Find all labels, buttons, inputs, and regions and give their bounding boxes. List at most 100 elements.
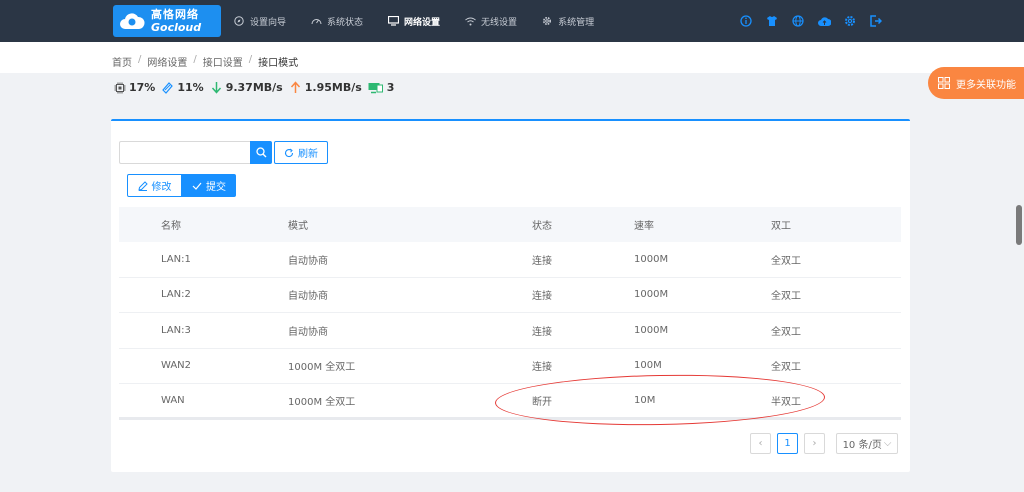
cell-duplex: 全双工: [771, 362, 801, 374]
col-mode-header: 模式: [288, 221, 308, 232]
table-header: 名称 模式 状态 速率 双工: [119, 207, 901, 242]
cell-rate: 1000M: [634, 324, 669, 336]
status-strip: 17% 11% 9.37MB/s 1.95MB/s 3: [113, 81, 400, 94]
cell-status: 连接: [532, 326, 552, 338]
search-icon: [255, 147, 266, 158]
nav-setup-wizard[interactable]: 设置向导: [233, 0, 286, 42]
cell-duplex: 全双工: [771, 326, 801, 338]
pencil-icon: [137, 180, 148, 191]
cell-rate: 1000M: [634, 289, 669, 301]
logout-icon[interactable]: [868, 13, 884, 29]
memory-icon: [161, 81, 174, 94]
download-stat: 9.37MB/s: [210, 81, 283, 94]
compass-icon: [233, 15, 245, 27]
chevron-right-icon: ›: [812, 438, 817, 449]
edit-button[interactable]: 修改: [127, 174, 182, 197]
cell-duplex: 全双工: [771, 291, 801, 303]
more-functions-label: 更多关联功能: [956, 79, 1016, 91]
chevron-left-icon: ‹: [758, 438, 763, 449]
nav-label: 无线设置: [481, 17, 518, 28]
page-number-button[interactable]: 1: [777, 433, 798, 454]
page-size-select[interactable]: 10 条/页 ⌵: [836, 433, 898, 454]
breadcrumb-home[interactable]: 首页: [112, 54, 132, 69]
monitor-icon: [368, 81, 384, 94]
search-button[interactable]: [250, 141, 272, 164]
check-icon: [192, 181, 202, 191]
table-row[interactable]: LAN:2 自动协商 连接 1000M 全双工: [119, 278, 901, 313]
col-rate-header: 速率: [634, 221, 654, 232]
refresh-label: 刷新: [298, 149, 318, 160]
edit-label: 修改: [151, 182, 172, 193]
cell-name: LAN:3: [161, 324, 191, 336]
memory-value: 11%: [177, 81, 204, 94]
breadcrumb-interface[interactable]: 接口设置: [203, 54, 243, 69]
cloud-upload-icon[interactable]: [816, 13, 832, 29]
cell-rate: 1000M: [634, 253, 669, 265]
table-row[interactable]: WAN2 1000M 全双工 连接 100M 全双工: [119, 349, 901, 384]
upload-value: 1.95MB/s: [304, 81, 362, 94]
nav-network-settings[interactable]: 网络设置: [387, 0, 440, 42]
cell-mode: 自动协商: [288, 326, 328, 338]
brand-logo[interactable]: 高恪网络 Gocloud: [113, 5, 221, 37]
breadcrumb-current: 接口模式: [258, 58, 299, 69]
search-input[interactable]: [119, 141, 251, 164]
monitor-icon: [387, 15, 399, 27]
cell-mode: 自动协商: [288, 255, 328, 267]
cell-name: WAN: [161, 394, 185, 406]
refresh-icon: [284, 148, 294, 158]
top-icon-group: [728, 13, 884, 29]
cell-name: LAN:2: [161, 289, 191, 301]
cell-name: LAN:1: [161, 253, 191, 265]
gear-icon: [541, 15, 553, 27]
brand-name-cn: 高恪网络: [151, 8, 199, 21]
interface-mode-card: 刷新 修改 提交 名称 模式 状态 速率 双工 LAN:1 自动协商 连接 10…: [111, 119, 910, 472]
next-page-button[interactable]: ›: [804, 433, 825, 454]
wifi-icon: [464, 15, 476, 27]
nav-label: 设置向导: [250, 17, 287, 28]
refresh-button[interactable]: 刷新: [274, 141, 328, 164]
table-row[interactable]: LAN:3 自动协商 连接 1000M 全双工: [119, 313, 901, 349]
col-status-header: 状态: [532, 221, 552, 232]
nav-label: 系统管理: [558, 17, 595, 28]
info-icon[interactable]: [738, 13, 754, 29]
cell-status: 连接: [532, 255, 552, 267]
nav-system-management[interactable]: 系统管理: [541, 0, 594, 42]
cell-mode: 自动协商: [288, 291, 328, 303]
breadcrumb: 首页 / 网络设置 / 接口设置 / 接口模式: [112, 54, 299, 69]
nav-label: 网络设置: [404, 17, 441, 28]
cell-rate: 100M: [634, 360, 662, 372]
submit-label: 提交: [206, 182, 226, 193]
cpu-icon: [113, 81, 126, 94]
prev-page-button[interactable]: ‹: [750, 433, 771, 454]
upload-stat: 1.95MB/s: [289, 81, 362, 94]
download-value: 9.37MB/s: [225, 81, 283, 94]
main-nav: 设置向导 系统状态 网络设置 无线设置 系统管理: [233, 0, 618, 42]
table-row[interactable]: LAN:1 自动协商 连接 1000M 全双工: [119, 242, 901, 278]
submit-button[interactable]: 提交: [182, 174, 236, 197]
arrow-down-icon: [210, 81, 223, 94]
settings-icon[interactable]: [842, 13, 858, 29]
memory-stat: 11%: [161, 81, 204, 94]
cell-name: WAN2: [161, 360, 192, 372]
breadcrumb-network[interactable]: 网络设置: [147, 54, 187, 69]
cell-status: 连接: [532, 291, 552, 303]
chevron-down-icon: ⌵: [883, 438, 892, 449]
cell-status: 连接: [532, 362, 552, 374]
gauge-icon: [310, 15, 322, 27]
nav-label: 系统状态: [327, 17, 364, 28]
breadcrumb-bar: 首页 / 网络设置 / 接口设置 / 接口模式: [0, 42, 1024, 73]
nav-system-status[interactable]: 系统状态: [310, 0, 363, 42]
shirt-icon[interactable]: [764, 13, 780, 29]
page-scrollbar[interactable]: [1016, 205, 1022, 245]
nav-wireless-settings[interactable]: 无线设置: [464, 0, 517, 42]
brand-name-en: Gocloud: [151, 21, 202, 34]
cell-mode: 1000M 全双工: [288, 362, 356, 374]
clients-stat: 3: [368, 81, 394, 94]
pagination: ‹ 1 › 10 条/页 ⌵: [750, 433, 898, 454]
col-name-header: 名称: [161, 221, 181, 232]
grid-icon: [938, 77, 950, 89]
cloud-logo-icon: [119, 11, 145, 31]
arrow-up-icon: [289, 81, 302, 94]
globe-icon[interactable]: [790, 13, 806, 29]
more-functions-button[interactable]: 更多关联功能: [928, 67, 1024, 99]
